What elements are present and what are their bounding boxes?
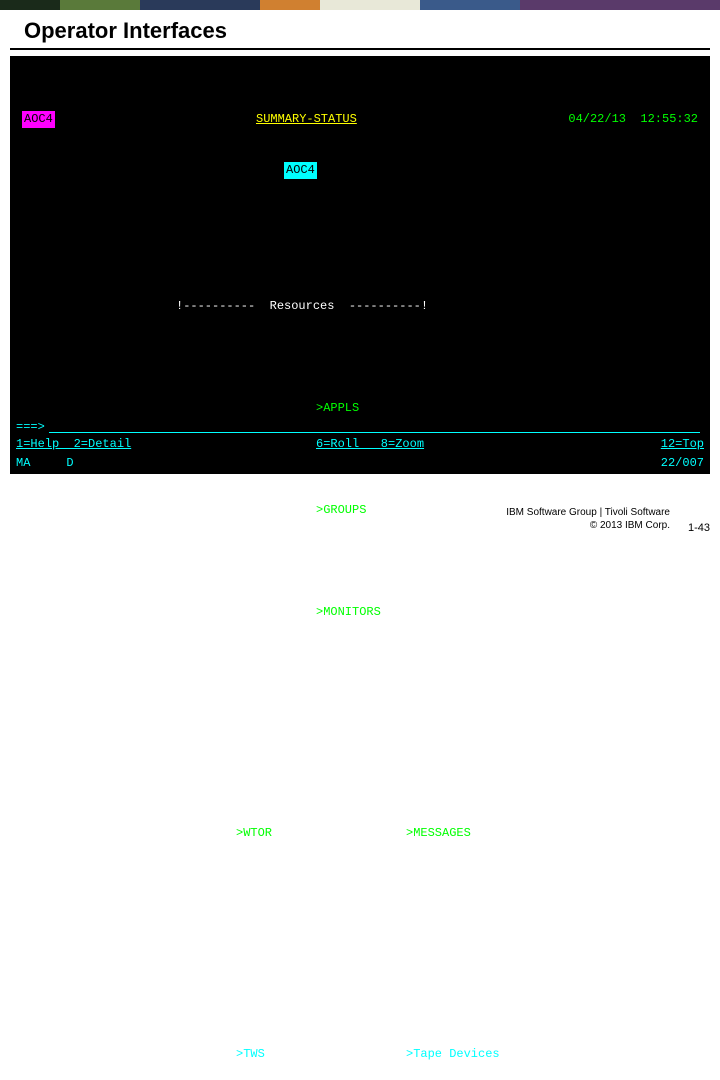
timestamp: 04/22/13 12:55:32 [568,111,698,128]
messages-divider: !--------- Messages ----------! [176,723,414,740]
terminal-screen: AOC4 SUMMARY-STATUS 04/22/13 12:55:32 AO… [10,56,710,474]
system-id: AOC4 [22,111,55,128]
footer-line1: IBM Software Group | Tivoli Software [506,507,670,518]
fkeys-center: 6=Roll 8=Zoom [316,436,424,453]
status-left: MA D [16,455,74,472]
special-divider: !------- Special Items -------! [176,944,414,961]
fkeys-left: 1=Help 2=Detail [16,436,131,453]
screen-name: SUMMARY-STATUS [256,111,357,128]
menu-tws[interactable]: >TWS [236,1046,265,1063]
subsystem-id: AOC4 [284,162,317,179]
menu-appls[interactable]: >APPLS [316,400,359,417]
footer-line2: © 2013 IBM Corp. [506,519,670,532]
command-prompt: ===> [16,419,45,436]
command-input[interactable] [49,419,700,433]
slide-title: Operator Interfaces [10,10,710,50]
decorative-top-strip [0,0,720,10]
menu-groups[interactable]: >GROUPS [316,502,366,519]
status-cursor: 22/007 [661,455,704,472]
menu-tape-devices[interactable]: >Tape Devices [406,1046,500,1063]
fkeys-right: 12=Top [661,436,704,453]
resources-divider: !---------- Resources ----------! [176,298,428,315]
menu-wtor[interactable]: >WTOR [236,825,272,842]
page-number: 1-43 [688,522,710,534]
menu-monitors[interactable]: >MONITORS [316,604,381,621]
menu-messages[interactable]: >MESSAGES [406,825,471,842]
slide-footer: IBM Software Group | Tivoli Software © 2… [506,506,670,532]
